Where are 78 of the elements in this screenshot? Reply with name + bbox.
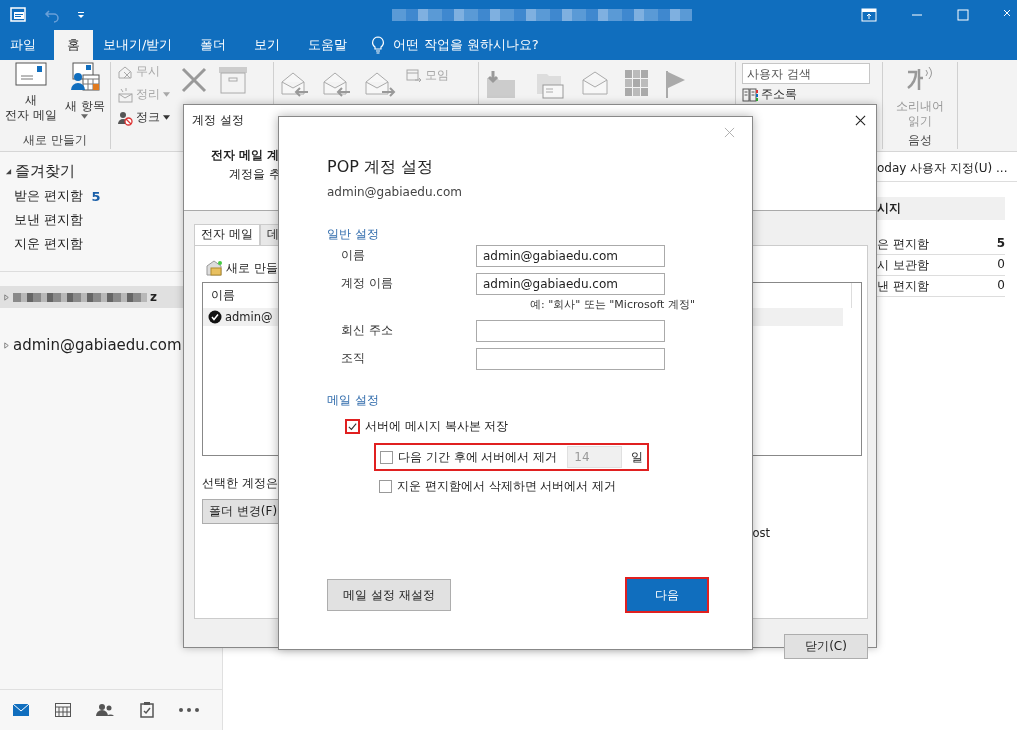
move-folder-icon[interactable] xyxy=(485,70,517,100)
caret-icon xyxy=(163,92,170,97)
triangle-icon xyxy=(3,293,10,301)
checkbox[interactable] xyxy=(345,418,360,434)
new-email-button[interactable]: 새 전자 메일 xyxy=(5,62,57,128)
dialog-title: 계정 설정 xyxy=(192,113,244,128)
field-label: 계정 이름 xyxy=(340,275,394,292)
next-button[interactable]: 다음 xyxy=(627,579,707,611)
envelope-icon[interactable] xyxy=(581,70,609,96)
new-account-button[interactable]: 새로 만들 xyxy=(202,260,278,276)
check-icon xyxy=(347,420,358,432)
text-field[interactable]: admin@gabiaedu.com xyxy=(476,245,665,267)
caret-icon xyxy=(163,115,170,120)
triangle-icon xyxy=(5,167,12,175)
option-label: 다음 기간 후에 서버에서 제거 xyxy=(398,448,558,466)
triangle-icon xyxy=(3,341,10,349)
section-header: 시지 xyxy=(877,197,1005,220)
dialog-tab[interactable]: 전자 메일 xyxy=(194,224,260,246)
group-label: 음성 xyxy=(908,132,932,149)
ribbon-tab[interactable]: 홈 xyxy=(54,30,93,60)
ribbon-small-button[interactable]: 정크 xyxy=(117,108,170,127)
archive-icon[interactable] xyxy=(218,66,248,94)
unit-label: 일 xyxy=(631,448,644,466)
folder-name[interactable]: 시 보관함 xyxy=(877,257,929,274)
folder-count: 0 xyxy=(997,257,1005,273)
flag-icon[interactable] xyxy=(665,70,687,98)
ribbon-tab[interactable]: 도움말 xyxy=(298,30,366,60)
folder-count: 5 xyxy=(996,236,1005,252)
app-icon[interactable] xyxy=(10,6,28,24)
blocked-person-icon xyxy=(117,109,133,126)
option-label: 서버에 메시지 복사본 저장 xyxy=(365,417,509,435)
customize-caret-icon[interactable] xyxy=(76,10,86,20)
categorize-icon[interactable] xyxy=(625,70,649,96)
text-field[interactable]: admin@gabiaedu.com xyxy=(476,273,665,295)
forward-icon[interactable] xyxy=(364,70,396,98)
folder-count: 0 xyxy=(997,278,1005,294)
field-hint: 예: "회사" 또는 "Microsoft 계정" xyxy=(529,297,695,312)
field-label: 회신 주소 xyxy=(340,322,394,339)
folder-name[interactable]: 낸 편지함 xyxy=(877,278,929,295)
account-item[interactable]: admin@gabiaedu.com xyxy=(0,334,222,356)
data-file-path: ost xyxy=(752,526,770,540)
ribbon-tab[interactable]: 보기 xyxy=(244,30,299,60)
text-field[interactable] xyxy=(476,348,665,370)
close-button[interactable]: 닫기(C) xyxy=(784,634,868,659)
account-email: admin@gabiaedu.com xyxy=(327,185,463,199)
address-book-icon xyxy=(742,87,758,102)
section-title: 메일 설정 xyxy=(327,392,380,409)
undo-icon[interactable] xyxy=(44,7,60,23)
lightbulb-icon[interactable] xyxy=(371,36,386,54)
section-title: 일반 설정 xyxy=(327,226,380,243)
field-label: 조직 xyxy=(340,350,366,367)
people-search-field[interactable]: 사용자 검색 xyxy=(742,63,870,84)
checkbox[interactable] xyxy=(379,479,392,493)
group-label: 새로 만들기 xyxy=(23,132,87,149)
close-icon[interactable] xyxy=(855,115,866,126)
tell-me-search[interactable]: 어떤 작업을 원하시나요? xyxy=(393,30,539,60)
ribbon-tab[interactable]: 파일 xyxy=(0,30,54,60)
option-label: 지운 편지함에서 삭제하면 서버에서 제거 xyxy=(397,477,617,495)
today-customize-link[interactable]: oday 사용자 지정(U) ... xyxy=(877,161,1008,175)
caret-icon xyxy=(81,114,89,119)
cleanup-icon xyxy=(117,86,133,103)
delete-icon[interactable] xyxy=(180,66,208,94)
address-book-button[interactable]: 주소록 xyxy=(742,85,797,104)
folder-name[interactable]: 은 편지함 xyxy=(877,236,929,253)
mail-folder-icon xyxy=(205,260,223,276)
reset-button[interactable]: 메일 설정 재설정 xyxy=(327,579,451,611)
dialog-title: POP 계정 설정 xyxy=(327,157,435,178)
new-item-button[interactable]: 새 항목 xyxy=(65,62,105,128)
calendar-reply-icon xyxy=(406,67,422,84)
selected-account-text: 선택한 계정은 xyxy=(202,476,278,491)
ribbon-display-icon[interactable] xyxy=(861,8,877,22)
dialog-heading: 전자 메일 계 xyxy=(211,148,279,163)
maximize-icon[interactable] xyxy=(957,9,969,21)
field-label: 이름 xyxy=(340,247,366,264)
checkbox[interactable] xyxy=(380,450,393,464)
ribbon-tab[interactable]: 폴더 xyxy=(190,30,245,60)
ribbon-tab[interactable]: 보내기/받기 xyxy=(93,30,191,60)
text-field[interactable] xyxy=(476,320,665,342)
